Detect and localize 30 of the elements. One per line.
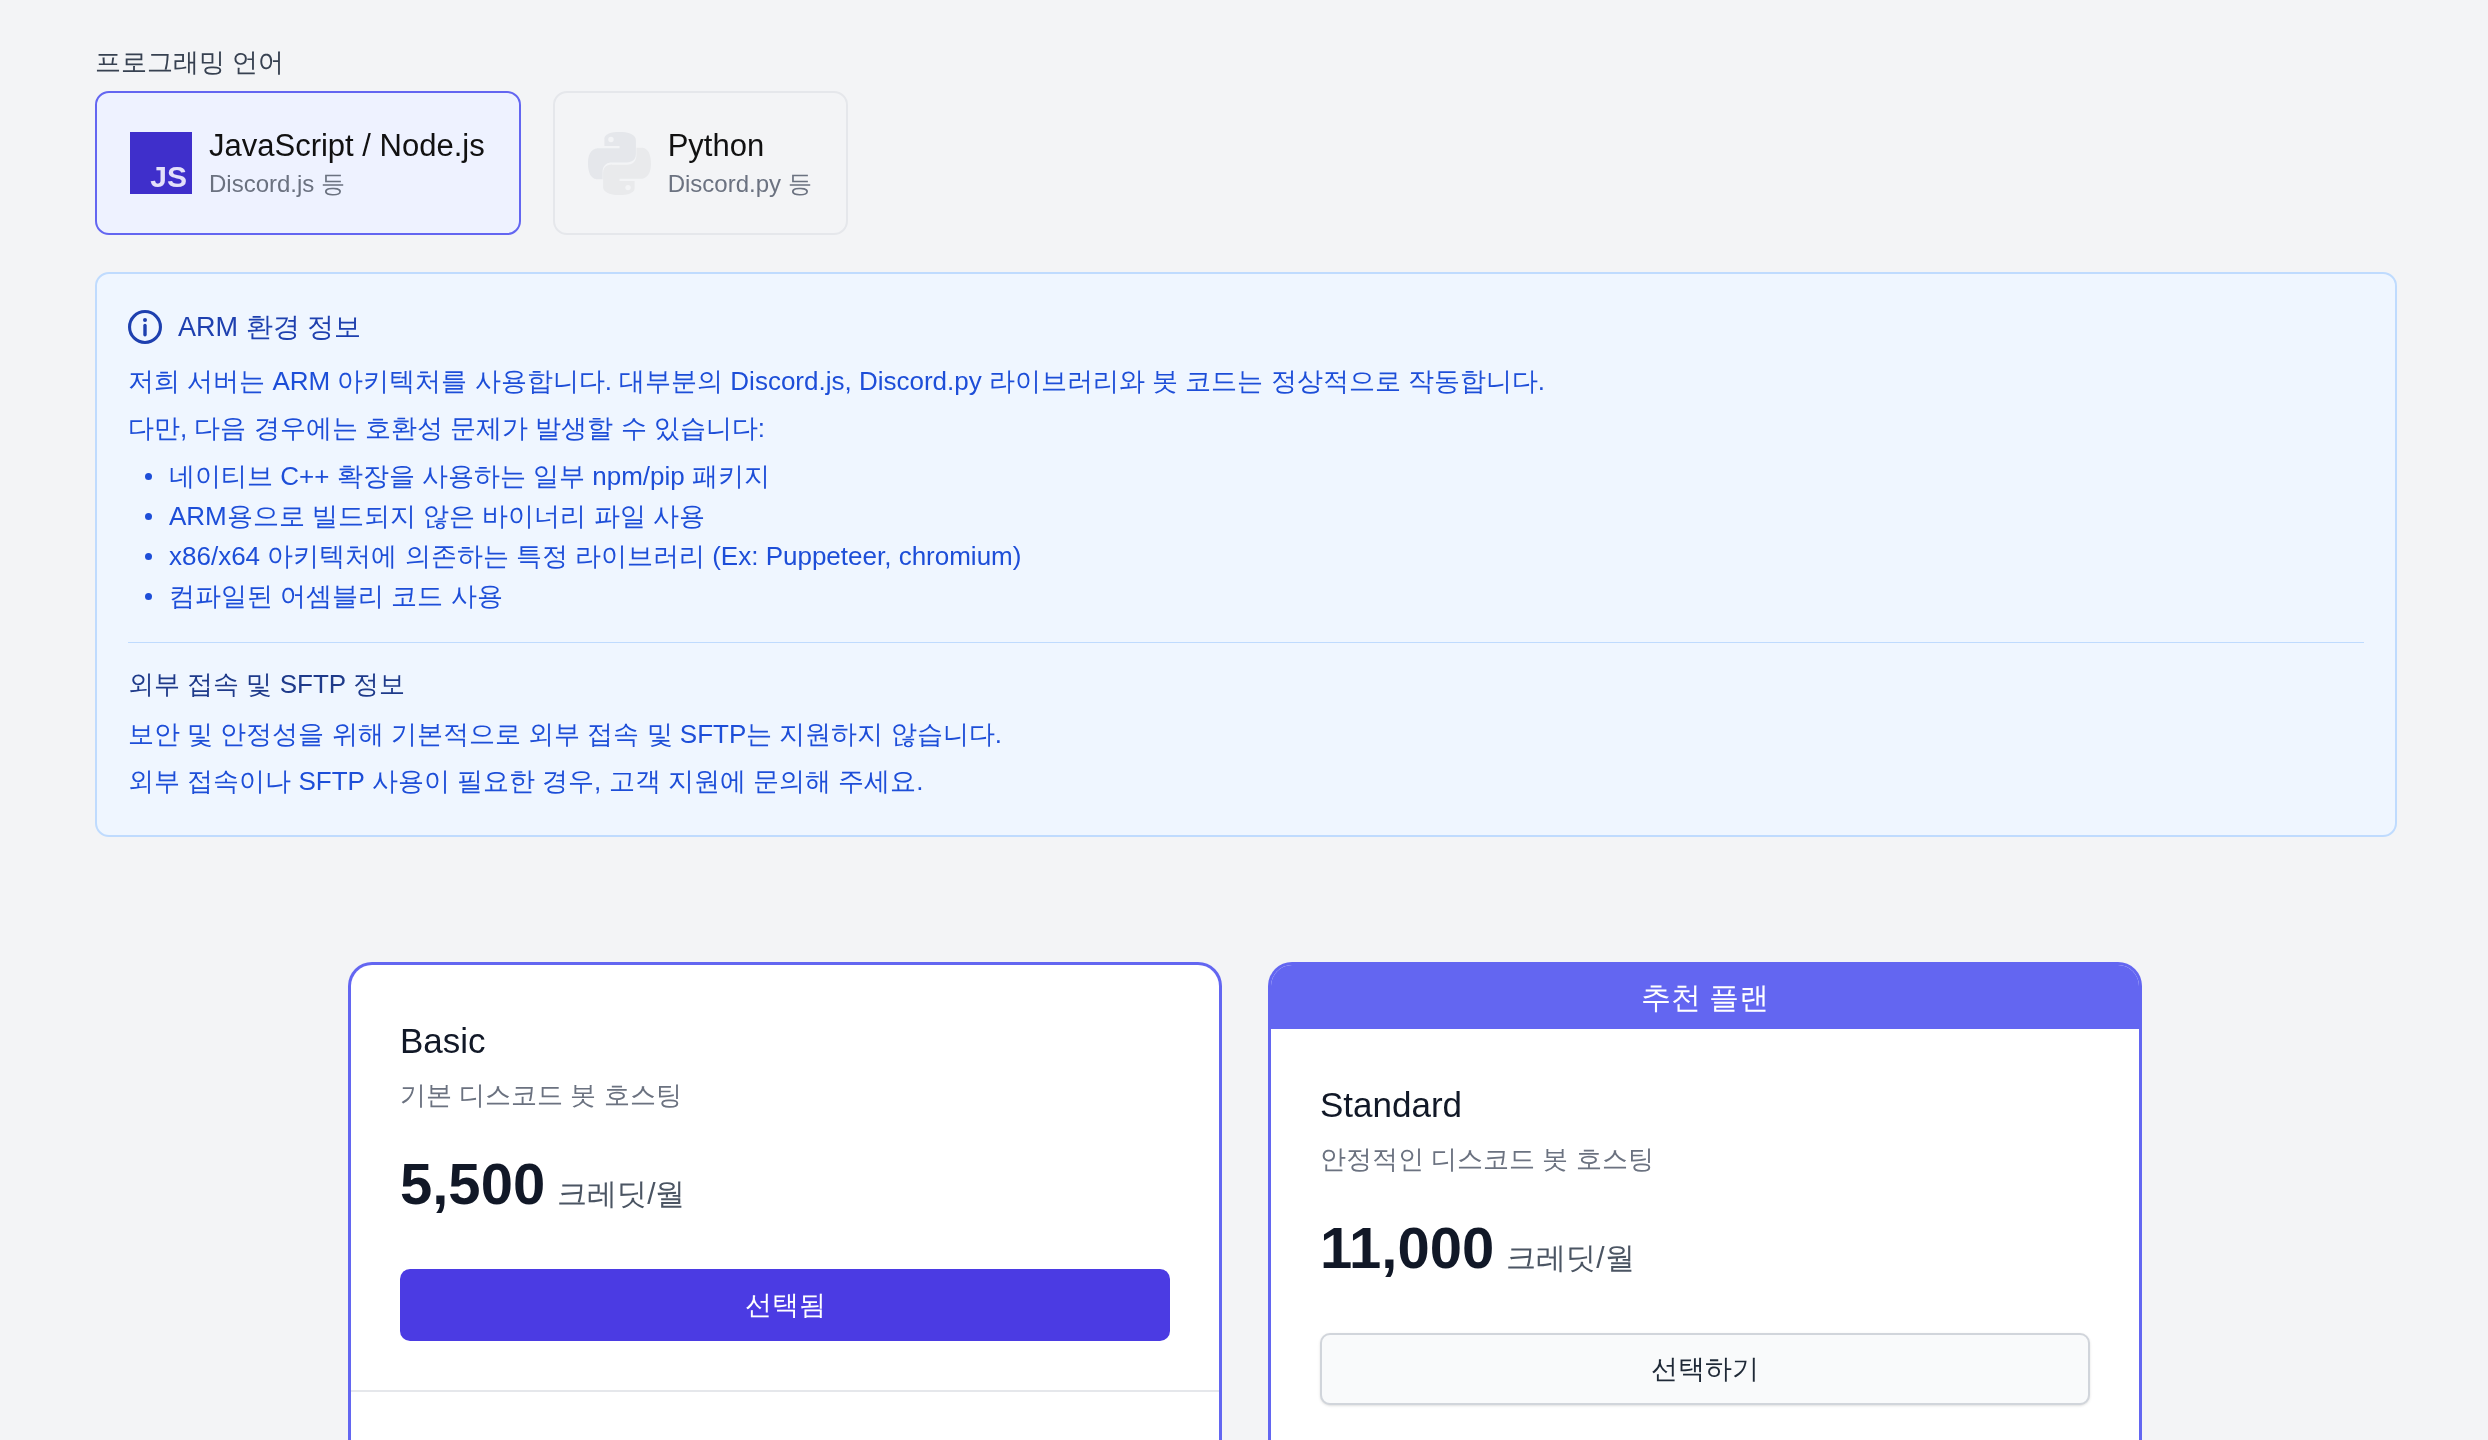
bullet-icon: [145, 512, 152, 520]
bullet-text: ARM용으로 빌드되지 않은 바이너리 파일 사용: [169, 500, 705, 533]
info-text: 보안 및 안정성을 위해 기본적으로 외부 접속 및 SFTP는 지원하지 않습니다.: [128, 718, 1003, 751]
plan-price: 11,000: [1320, 1216, 1495, 1280]
language-option[interactable]: JS JavaScript / Node.js Discord.js 등: [95, 91, 521, 235]
plan-name: Standard: [1320, 1084, 1464, 1126]
price-unit: 크레딧/월: [557, 1176, 686, 1212]
info-text: 저희 서버는 ARM 아키텍처를 사용합니다. 대부분의 Discord.js, Discord.py 라이브러리와 봇 코드는 정상적으로 작동합니다.: [128, 365, 1547, 398]
plan-name: Basic: [400, 1020, 487, 1062]
js-logo: JS: [130, 132, 192, 194]
language-option[interactable]: Python Discord.py 등: [552, 91, 848, 235]
section-heading: 외부 접속 및 SFTP 정보: [128, 668, 406, 701]
plan-price: 5,500: [400, 1152, 546, 1216]
info-title: ARM 환경 정보: [178, 311, 361, 344]
plan-select-button[interactable]: 선택됨: [400, 1269, 1170, 1341]
bullet-icon: [145, 552, 152, 560]
bullet-icon: [145, 472, 152, 480]
recommended-banner: 추천 플랜: [1271, 965, 2139, 1029]
plan-description: 안정적인 디스코드 봇 호스팅: [1320, 1143, 1655, 1176]
price-unit: 크레딧/월: [1506, 1240, 1635, 1276]
info-text: 다만, 다음 경우에는 호환성 문제가 발생할 수 있습니다:: [128, 412, 766, 445]
bullet-text: 네이티브 C++ 확장을 사용하는 일부 npm/pip 패키지: [169, 460, 770, 493]
info-icon: [128, 310, 162, 344]
plan-description: 기본 디스코드 봇 호스팅: [400, 1079, 683, 1112]
bullet-icon: [145, 592, 152, 600]
info-text: 외부 접속이나 SFTP 사용이 필요한 경우, 고객 지원에 문의해 주세요.: [128, 765, 925, 798]
bullet-text: 컴파일된 어셈블리 코드 사용: [169, 580, 503, 613]
plan-select-button[interactable]: 선택하기: [1320, 1333, 2090, 1405]
bullet-text: x86/x64 아키텍처에 의존하는 특정 라이브러리 (Ex: Puppeteer, chromium): [169, 540, 1022, 573]
section-label: 프로그래밍 언어: [95, 46, 286, 79]
